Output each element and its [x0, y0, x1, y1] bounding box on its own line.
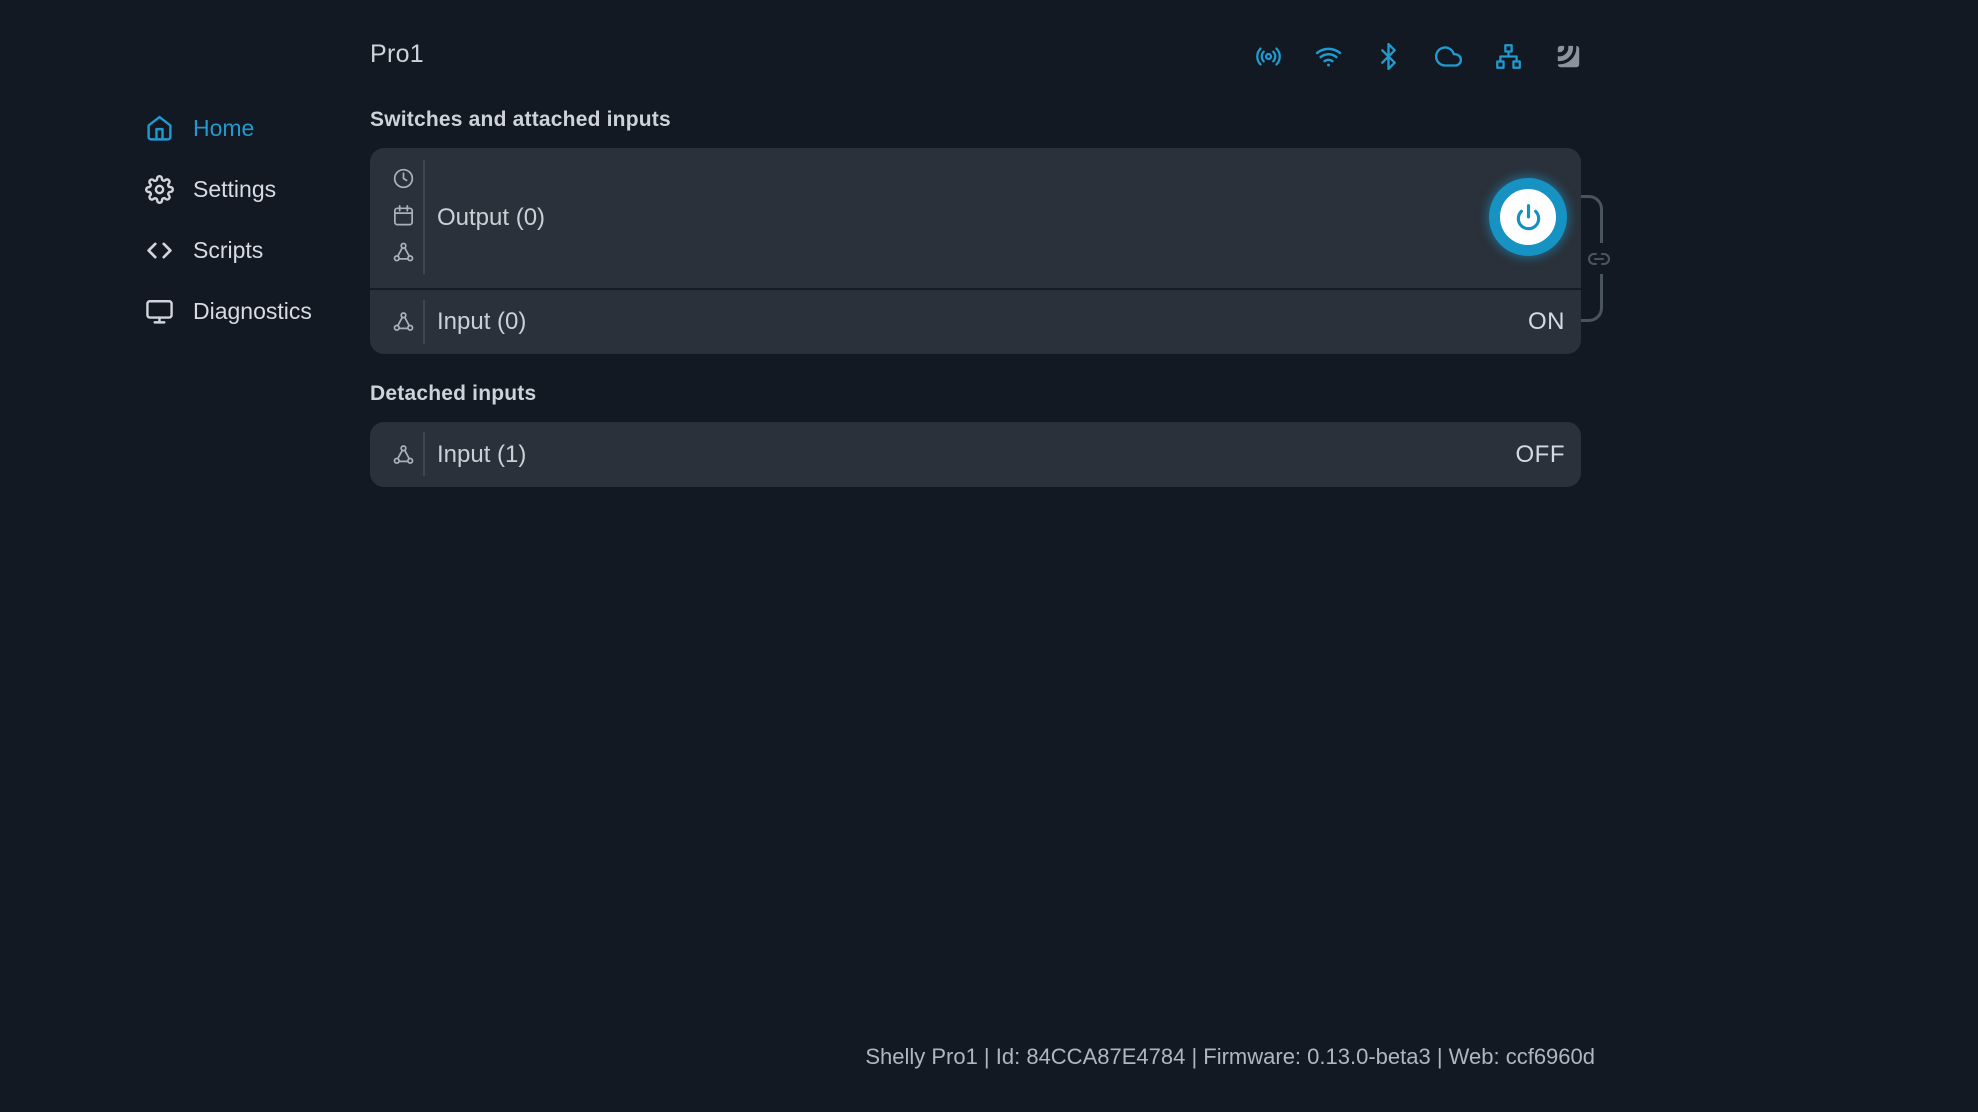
calendar-icon	[392, 204, 415, 227]
row-divider	[423, 300, 425, 344]
switches-card: Output (0) Input (0) ON	[370, 148, 1581, 354]
sidebar-item-label: Settings	[193, 176, 276, 203]
row-divider	[423, 432, 425, 476]
output-row[interactable]: Output (0)	[370, 148, 1581, 288]
bluetooth-icon[interactable]	[1373, 41, 1403, 71]
wifi-icon[interactable]	[1313, 41, 1343, 71]
actions-icon	[392, 241, 415, 264]
detached-input-state: OFF	[1516, 441, 1566, 469]
sidebar: Home Settings Scripts Diagnostics	[145, 103, 355, 347]
switches-section-heading: Switches and attached inputs	[370, 108, 671, 132]
detached-inputs-card: Input (1) OFF	[370, 422, 1581, 487]
cloud-icon[interactable]	[1433, 41, 1463, 71]
power-toggle-button[interactable]	[1489, 178, 1567, 256]
device-info-footer: Shelly Pro1 | Id: 84CCA87E4784 | Firmwar…	[865, 1044, 1595, 1070]
clock-icon	[392, 167, 415, 190]
sidebar-item-label: Scripts	[193, 237, 263, 264]
output-feature-icons	[392, 167, 415, 264]
mqtt-icon[interactable]	[1553, 41, 1583, 71]
output-label: Output (0)	[437, 204, 545, 232]
page-title: Pro1	[370, 40, 424, 69]
ethernet-icon[interactable]	[1493, 41, 1523, 71]
code-icon	[145, 236, 174, 265]
power-icon	[1514, 203, 1543, 232]
attached-input-row[interactable]: Input (0) ON	[370, 290, 1581, 354]
sidebar-item-home[interactable]: Home	[145, 103, 355, 153]
attach-bracket-bottom	[1581, 274, 1603, 322]
sidebar-item-label: Diagnostics	[193, 298, 312, 325]
detached-input-label: Input (1)	[437, 441, 526, 469]
attached-input-state: ON	[1528, 308, 1565, 336]
attach-bracket-top	[1581, 195, 1603, 243]
status-icon-bar	[1253, 41, 1583, 71]
row-divider	[423, 160, 425, 274]
sidebar-item-scripts[interactable]: Scripts	[145, 225, 355, 275]
link-icon	[1587, 247, 1611, 271]
sidebar-item-label: Home	[193, 115, 254, 142]
detached-input-row[interactable]: Input (1) OFF	[370, 422, 1581, 487]
actions-icon	[392, 443, 415, 466]
monitor-icon	[145, 297, 174, 326]
sidebar-item-diagnostics[interactable]: Diagnostics	[145, 286, 355, 336]
actions-icon	[392, 311, 415, 334]
detached-section-heading: Detached inputs	[370, 382, 536, 406]
attached-input-label: Input (0)	[437, 308, 526, 336]
home-icon	[145, 114, 174, 143]
sidebar-item-settings[interactable]: Settings	[145, 164, 355, 214]
gear-icon	[145, 175, 174, 204]
access-point-icon[interactable]	[1253, 41, 1283, 71]
